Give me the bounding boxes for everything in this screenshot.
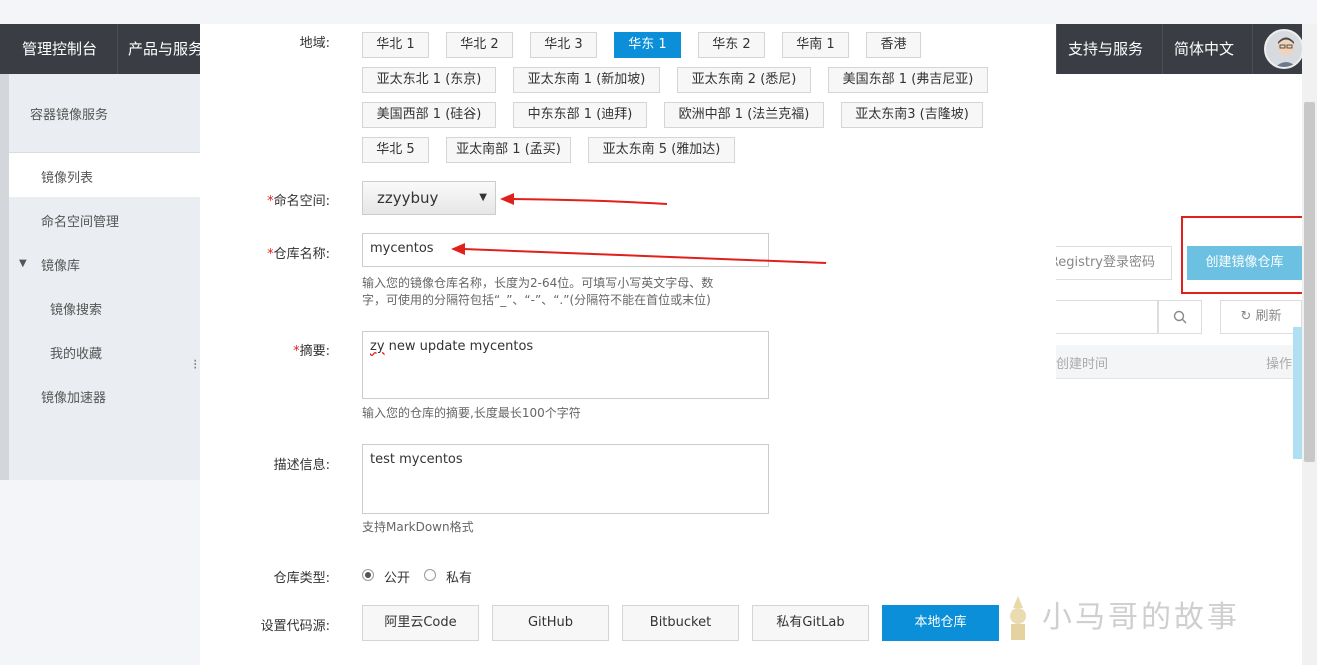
sidebar [0, 74, 200, 480]
code-source-label: 设置代码源: [260, 619, 330, 634]
region-option[interactable]: 欧洲中部 1 (法兰克福) [664, 102, 824, 128]
radio-public-label: 公开 [384, 571, 411, 586]
region-option[interactable]: 香港 [866, 32, 921, 58]
repo-name-hint-2: 字，可使用的分隔符包括“_”、“-”、“.”(分隔符不能在首位或末位) [362, 293, 711, 307]
radio-private-label: 私有 [446, 571, 473, 586]
sidebar-edge [0, 74, 9, 480]
repo-name-label: *仓库名称: [267, 247, 330, 262]
watermark-text: 小马哥的故事 [1042, 600, 1240, 635]
region-option[interactable]: 华北 3 [530, 32, 597, 58]
column-operations: 操作 [1266, 357, 1293, 372]
region-option[interactable]: 华北 1 [362, 32, 429, 58]
region-option[interactable]: 华北 2 [446, 32, 513, 58]
description-textarea[interactable]: test mycentos [362, 444, 769, 514]
page-background [0, 480, 200, 665]
nav-divider [1162, 24, 1163, 74]
source-github-button[interactable]: GitHub [492, 605, 609, 641]
region-option[interactable]: 美国东部 1 (弗吉尼亚) [828, 67, 988, 93]
sidebar-item-favorites[interactable]: 我的收藏 [50, 343, 102, 362]
search-input[interactable] [1056, 300, 1158, 334]
region-option[interactable]: 华东 1 [614, 32, 681, 58]
namespace-value: zzyybuy [377, 189, 439, 207]
repo-name-input[interactable]: mycentos [362, 233, 769, 267]
region-option[interactable]: 华北 5 [362, 137, 429, 163]
sidebar-title: 容器镜像服务 [30, 108, 109, 123]
nav-divider [1252, 24, 1253, 74]
column-created-time: 创建时间 [1056, 357, 1109, 372]
nav-console[interactable]: 管理控制台 [12, 24, 107, 74]
main-content-lower [1056, 480, 1302, 665]
source-private-gitlab-button[interactable]: 私有GitLab [752, 605, 869, 641]
refresh-label: 刷新 [1255, 309, 1282, 324]
source-local-repo-button[interactable]: 本地仓库 [882, 605, 999, 641]
region-option[interactable]: 华东 2 [698, 32, 765, 58]
collapse-handle-icon[interactable]: ⁝ [193, 357, 197, 373]
summary-label: *摘要: [293, 344, 330, 359]
repo-type-label: 仓库类型: [273, 571, 330, 586]
search-button[interactable] [1158, 300, 1202, 334]
summary-hint: 输入您的仓库的摘要,长度最长100个字符 [362, 406, 581, 420]
region-option[interactable]: 亚太东南 2 (悉尼) [677, 67, 811, 93]
sidebar-item-accelerator[interactable]: 镜像加速器 [41, 387, 106, 406]
region-option[interactable]: 亚太南部 1 (孟买) [446, 137, 571, 163]
sidebar-item-image-search[interactable]: 镜像搜索 [50, 299, 102, 318]
annotation-highlight-box [1181, 216, 1308, 294]
nav-products[interactable]: 产品与服务 [118, 24, 213, 74]
region-option[interactable]: 亚太东北 1 (东京) [362, 67, 496, 93]
summary-value-prefix: zy [370, 339, 385, 354]
region-label: 地域: [299, 36, 330, 51]
top-strip [0, 0, 1317, 24]
repo-name-hint-1: 输入您的镜像仓库名称，长度为2-64位。可填写小写英文字母、数 [362, 276, 714, 290]
refresh-button[interactable]: ↻ 刷新 [1220, 300, 1302, 334]
caret-down-icon[interactable]: ▼ [19, 258, 27, 269]
description-label: 描述信息: [273, 458, 330, 473]
region-option[interactable]: 亚太东南 5 (雅加达) [588, 137, 735, 163]
scrollbar-thumb[interactable] [1304, 102, 1315, 462]
namespace-label: *命名空间: [267, 194, 330, 209]
namespace-select[interactable]: zzyybuy ▼ [362, 181, 496, 215]
source-aliyun-code-button[interactable]: 阿里云Code [362, 605, 479, 641]
region-option[interactable]: 华南 1 [782, 32, 849, 58]
radio-public[interactable] [362, 569, 374, 581]
description-hint: 支持MarkDown格式 [362, 520, 474, 534]
sidebar-active-highlight [9, 153, 200, 197]
source-bitbucket-button[interactable]: Bitbucket [622, 605, 739, 641]
caret-down-icon: ▼ [479, 192, 487, 203]
avatar[interactable] [1264, 29, 1304, 69]
user-avatar-icon [1275, 37, 1297, 67]
radio-private[interactable] [424, 569, 436, 581]
watermark-figure-icon [1010, 596, 1026, 640]
summary-textarea[interactable]: zy new update mycentos [362, 331, 769, 399]
sidebar-item-namespaces[interactable]: 命名空间管理 [41, 211, 119, 230]
create-repo-dialog: 地域: 华北 1 华北 2 华北 3 华东 1 华东 2 华南 1 香港亚太东北 1 (东京… [200, 24, 1056, 665]
search-icon [1173, 310, 1187, 324]
region-option[interactable]: 亚太东南 1 (新加坡) [513, 67, 660, 93]
region-option[interactable]: 中东东部 1 (迪拜) [513, 102, 647, 128]
refresh-icon: ↻ [1240, 309, 1252, 324]
nav-support[interactable]: 支持与服务 [1058, 24, 1153, 74]
sidebar-item-image-list[interactable]: 镜像列表 [41, 167, 93, 186]
registry-password-button[interactable]: Registry登录密码 [1042, 246, 1172, 280]
sidebar-item-image-repo[interactable]: 镜像库 [41, 255, 80, 274]
region-option[interactable]: 美国西部 1 (硅谷) [362, 102, 496, 128]
nav-language[interactable]: 简体中文 [1164, 24, 1244, 74]
region-option[interactable]: 亚太东南3 (吉隆坡) [841, 102, 983, 128]
summary-value-rest: new update mycentos [384, 339, 534, 354]
nav-divider [1056, 24, 1057, 74]
